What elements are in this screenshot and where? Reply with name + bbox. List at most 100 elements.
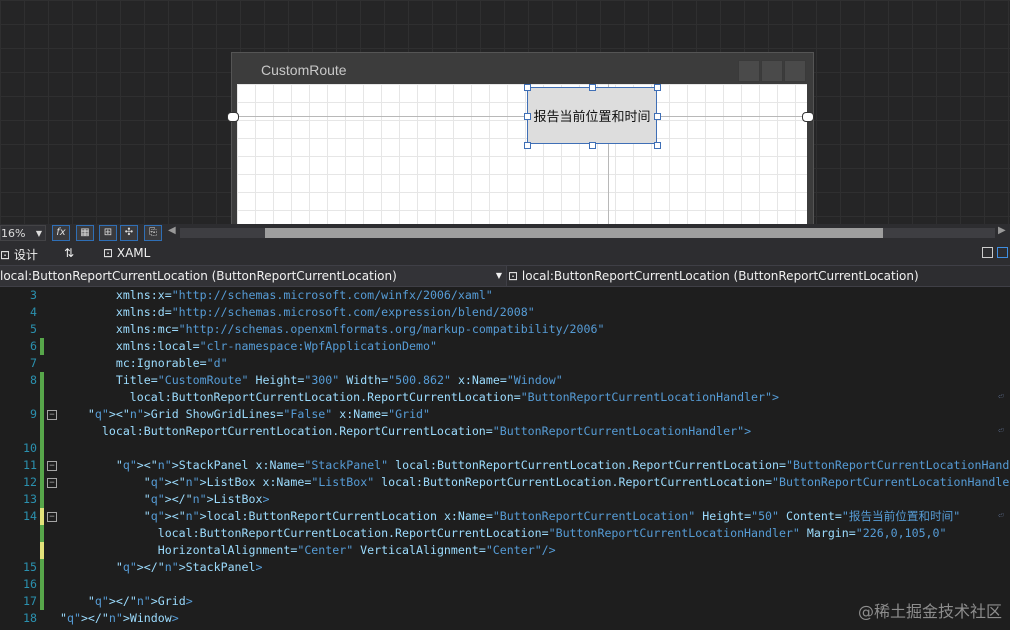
designer-surface[interactable]: CustomRoute 报告当前位置和时间 [0,0,1010,224]
line-number: 8 [30,373,37,387]
designer-toolbar: 16% ▼ fx ▦ ⊞ ✣ ⎘ ◀ ▶ [0,224,1010,243]
resize-handle[interactable] [524,142,531,149]
code-line[interactable]: HorizontalAlignment="Center" VerticalAli… [0,542,1010,559]
grid-toggle-icon[interactable]: ▦ [76,225,94,241]
code-line[interactable]: local:ButtonReportCurrentLocation.Report… [0,423,1010,440]
view-tabs: ⊡ 设计 ⇅ ⊡ XAML [0,243,1010,265]
maximize-button[interactable] [761,60,783,82]
change-marker [40,508,44,525]
swap-panes-button[interactable]: ⇅ [64,246,74,260]
watermark: @稀土掘金技术社区 [857,602,1002,621]
scroll-right-icon[interactable]: ▶ [998,225,1006,236]
change-marker [40,457,44,474]
artboard-icon[interactable]: ⊞ [99,225,117,241]
code-text: xmlns:mc="http://schemas.openxmlformats.… [60,322,605,336]
tab-xaml[interactable]: ⊡ XAML [103,246,150,260]
snap-gridlines-icon[interactable]: ⎘ [144,225,162,241]
margin-handle-right[interactable] [802,112,814,122]
resize-handle[interactable] [654,84,661,91]
change-marker [40,593,44,610]
margin-handle-left[interactable] [227,112,239,122]
collapse-icon[interactable]: − [47,461,57,471]
line-number: 3 [30,288,37,302]
code-line[interactable]: 4 xmlns:d="http://schemas.microsoft.com/… [0,304,1010,321]
wrap-icon: ⏎ [998,426,1004,436]
chevron-down-icon[interactable]: ▼ [36,226,42,242]
code-line[interactable]: 7 mc:Ignorable="d" [0,355,1010,372]
code-text: local:ButtonReportCurrentLocation.Report… [60,424,752,438]
line-number: 10 [23,441,37,455]
change-marker [40,389,44,406]
change-marker [40,440,44,457]
resize-handle[interactable] [654,142,661,149]
change-marker [40,491,44,508]
element-dropdown-right[interactable]: ⊡ local:ButtonReportCurrentLocation (But… [508,266,1010,286]
code-line[interactable]: 6 xmlns:local="clr-namespace:WpfApplicat… [0,338,1010,355]
code-line[interactable]: 12− "q"><"n">ListBox x:Name="ListBox" lo… [0,474,1010,491]
snap-icon[interactable]: ✣ [120,225,138,241]
element-dropdown-left[interactable]: local:ButtonReportCurrentLocation (Butto… [0,266,507,286]
code-line[interactable]: 8 Title="CustomRoute" Height="300" Width… [0,372,1010,389]
collapse-icon[interactable]: − [47,410,57,420]
code-text: xmlns:local="clr-namespace:WpfApplicatio… [60,339,437,353]
change-marker [40,338,44,355]
code-line[interactable]: 10 [0,440,1010,457]
code-text: "q"></"n">ListBox> [143,492,270,506]
line-number: 12 [23,475,37,489]
code-line[interactable]: 16 [0,576,1010,593]
window-client-area[interactable]: 报告当前位置和时间 [237,84,807,224]
code-text: "q"></"n">Window> [60,611,179,625]
window-preview[interactable]: CustomRoute 报告当前位置和时间 [227,52,814,224]
code-line[interactable]: local:ButtonReportCurrentLocation.Report… [0,525,1010,542]
code-line[interactable]: 11− "q"><"n">StackPanel x:Name="StackPan… [0,457,1010,474]
code-text: "q"><"n">Grid ShowGridLines="False" x:Na… [87,407,431,421]
change-marker [40,423,44,440]
resize-handle[interactable] [589,84,596,91]
resize-handle[interactable] [654,113,661,120]
resize-handle[interactable] [524,113,531,120]
tab-design[interactable]: ⊡ 设计 [0,246,38,263]
zoom-value: 16% [1,227,26,240]
collapse-icon[interactable]: − [47,512,57,522]
code-line[interactable]: 5 xmlns:mc="http://schemas.openxmlformat… [0,321,1010,338]
resize-handle[interactable] [524,84,531,91]
grid-line [237,116,807,117]
code-line[interactable]: 14− "q"><"n">local:ButtonReportCurrentLo… [0,508,1010,525]
code-text: "q"><"n">ListBox x:Name="ListBox" local:… [143,475,1010,489]
code-line[interactable]: 3 xmlns:x="http://schemas.microsoft.com/… [0,287,1010,304]
change-marker [40,474,44,491]
zoom-select[interactable]: 16% ▼ [0,225,46,241]
line-number: 14 [23,509,37,523]
code-text: mc:Ignorable="d" [60,356,228,370]
minimize-button[interactable] [738,60,760,82]
wrap-icon: ⏎ [998,511,1004,521]
line-number: 11 [23,458,37,472]
code-text: local:ButtonReportCurrentLocation.Report… [60,526,947,540]
change-marker [40,525,44,542]
code-text: xmlns:x="http://schemas.microsoft.com/wi… [60,288,493,302]
code-line[interactable]: local:ButtonReportCurrentLocation.Report… [0,389,1010,406]
horizontal-scrollbar[interactable] [180,228,995,238]
code-line[interactable]: 9− "q"><"n">Grid ShowGridLines="False" x… [0,406,1010,423]
line-number: 17 [23,594,37,608]
fx-button[interactable]: fx [52,225,70,241]
resize-handle[interactable] [589,142,596,149]
vertical-split-icon[interactable] [982,247,993,258]
scrollbar-thumb[interactable] [265,228,883,238]
xaml-editor[interactable]: 3 xmlns:x="http://schemas.microsoft.com/… [0,287,1010,630]
code-text: "q"><"n">local:ButtonReportCurrentLocati… [143,509,961,523]
scroll-left-icon[interactable]: ◀ [168,225,176,236]
collapse-icon[interactable]: − [47,478,57,488]
code-text: HorizontalAlignment="Center" VerticalAli… [60,543,556,557]
line-number: 4 [30,305,37,319]
tab-xaml-label: XAML [116,246,151,260]
code-line[interactable]: 15 "q"></"n">StackPanel> [0,559,1010,576]
line-number: 6 [30,339,37,353]
window-title: CustomRoute [261,62,347,78]
close-button[interactable] [784,60,806,82]
report-location-button[interactable]: 报告当前位置和时间 [527,87,657,144]
code-line[interactable]: 13 "q"></"n">ListBox> [0,491,1010,508]
chevron-down-icon[interactable]: ▼ [496,266,502,286]
horizontal-split-icon[interactable] [997,247,1008,258]
line-number: 16 [23,577,37,591]
